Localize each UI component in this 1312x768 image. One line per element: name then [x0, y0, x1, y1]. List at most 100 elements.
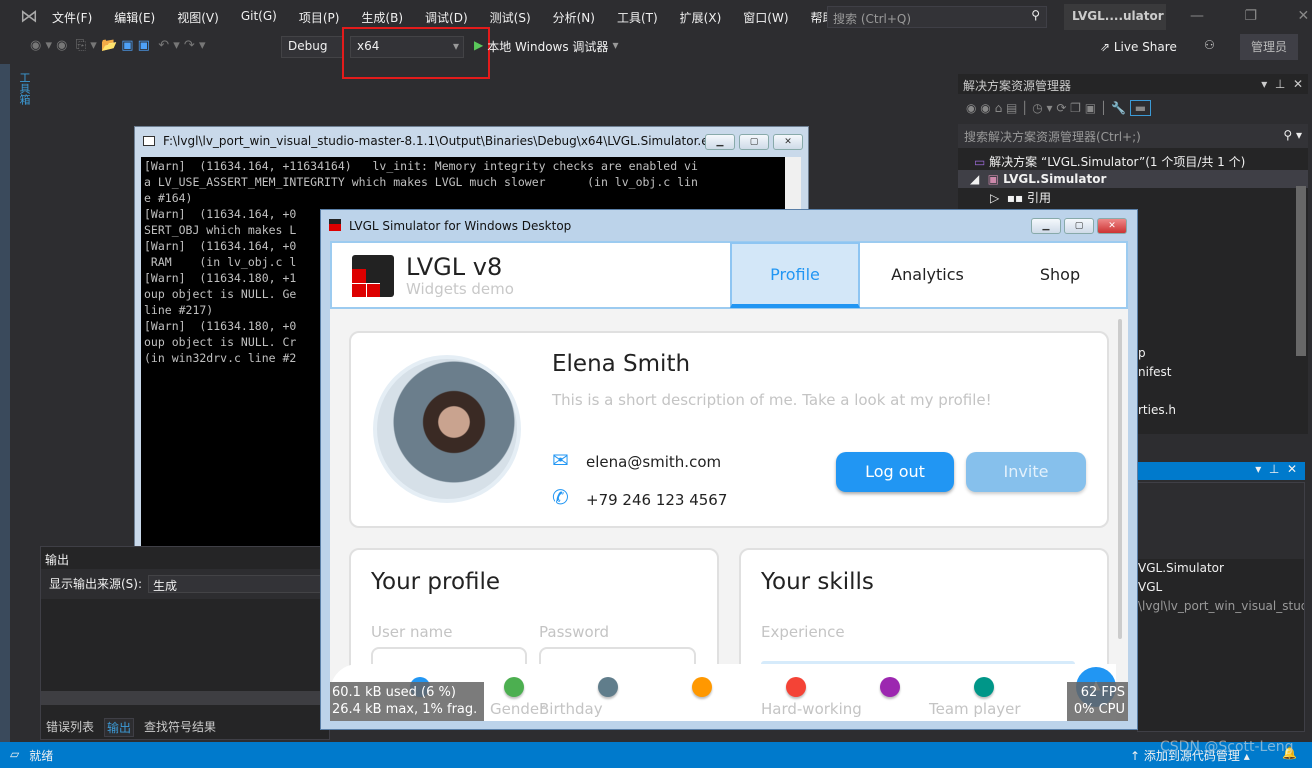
start-debug-button[interactable]: ▶ 本地 Windows 调试器 ▾ [474, 38, 618, 55]
logout-button[interactable]: Log out [836, 452, 954, 492]
color-dot[interactable] [598, 677, 618, 697]
console-line: a LV_USE_ASSERT_MEM_INTEGRITY which make… [144, 175, 698, 189]
properties-header: ▾ ⊥ ✕ [1137, 462, 1305, 480]
se-search[interactable]: 搜索解决方案资源管理器(Ctrl+;) ⚲ ▾ [958, 124, 1308, 148]
vs-logo-icon: ⋈ [20, 6, 38, 27]
prop-row: VGL.Simulator [1138, 561, 1224, 575]
team-player-label: Team player [929, 700, 1021, 718]
toolbox-tab[interactable]: 工具箱 [18, 72, 32, 105]
debugger-label: 本地 Windows 调试器 [487, 40, 609, 54]
lvgl-window-title: LVGL Simulator for Windows Desktop [349, 219, 572, 233]
menu-item[interactable]: 生成(B) [361, 9, 403, 26]
password-label: Password [539, 623, 610, 641]
menu-item[interactable]: 工具(T) [617, 9, 658, 26]
live-share-button[interactable]: ⇗ Live Share [1100, 40, 1177, 54]
menu-bar: 文件(F) 编辑(E) 视图(V) Git(G) 项目(P) 生成(B) 调试(D) 测试(S… [52, 9, 875, 26]
lvgl-window: LVGL Simulator for Windows Desktop ▁ ▢ ✕ L… [320, 209, 1138, 730]
se-references-node[interactable]: ▷ ▪▪ 引用 [958, 188, 1308, 206]
color-dot[interactable] [786, 677, 806, 697]
se-controls[interactable]: ▾ ⊥ ✕ [1261, 77, 1303, 91]
profile-name: Elena Smith [552, 351, 691, 377]
experience-label: Experience [761, 623, 845, 641]
minimize-button[interactable]: ▁ [705, 134, 735, 150]
se-title: 解决方案资源管理器 [963, 79, 1072, 93]
minimize-button[interactable]: ▁ [1031, 218, 1061, 234]
output-hscroll[interactable] [41, 691, 331, 705]
se-partial-items: p nifest rties.h [1138, 346, 1177, 417]
color-dot[interactable] [974, 677, 994, 697]
console-icon [143, 136, 155, 146]
logo-subtitle: Widgets demo [406, 280, 514, 298]
window-controls[interactable]: — ❐ ✕ [1190, 8, 1309, 24]
your-profile-title: Your profile [371, 569, 501, 595]
se-solution-node[interactable]: ▭ 解决方案 “LVGL.Simulator”(1 个项目/共 1 个) [958, 148, 1308, 170]
menu-item[interactable]: 项目(P) [299, 9, 340, 26]
profile-description: This is a short description of me. Take … [552, 391, 992, 409]
menu-item[interactable]: 文件(F) [52, 9, 92, 26]
source-label: 显示输出来源(S): [49, 577, 143, 591]
se-project-node[interactable]: ◢ ▣ LVGL.Simulator [958, 170, 1308, 188]
output-tabs: 错误列表 输出 查找符号结果 [46, 718, 216, 737]
user-name-label: User name [371, 623, 453, 641]
left-strip [0, 64, 10, 744]
avatar [373, 355, 521, 503]
search-box[interactable]: 搜索 (Ctrl+Q) ⚲ [827, 6, 1047, 28]
output-panel: 输出 显示输出来源(S): 生成 [40, 546, 331, 740]
tab-profile[interactable]: Profile [730, 242, 860, 308]
gender-label: Gender [490, 700, 546, 718]
toolbar: ◉ ▾ ◉ ⎘ ▾ 📂 ▣ ▣ ↶ ▾ ↷ ▾ [30, 38, 206, 53]
menu-item[interactable]: 窗口(W) [743, 9, 788, 26]
invite-button[interactable]: Invite [966, 452, 1086, 492]
solution-icon: ▭ [974, 155, 990, 169]
status-bar: ▱ 就绪 ↑ 添加到源代码管理 ▴ 🔔 CSDN @Scott-Leng [0, 739, 1312, 768]
menu-item[interactable]: 扩展(X) [680, 9, 722, 26]
search-icon: ⚲ ▾ [1283, 128, 1302, 142]
highlight-box [342, 27, 490, 79]
play-icon: ▶ [474, 38, 484, 52]
properties-panel: VGL.Simulator VGL \lvgl\lv_port_win_visu… [1137, 482, 1305, 732]
share-icon: ⇗ [1100, 40, 1114, 54]
se-scrollbar[interactable] [1296, 186, 1306, 356]
prop-row: VGL [1138, 580, 1163, 594]
menu-item[interactable]: 调试(D) [425, 9, 468, 26]
status-text: 就绪 [29, 749, 54, 763]
lvgl-app-icon [329, 219, 341, 231]
watermark: CSDN @Scott-Leng [1160, 739, 1294, 755]
menu-item[interactable]: 测试(S) [490, 9, 531, 26]
console-line: e #164) [144, 191, 193, 205]
email-icon: ✉ [552, 448, 569, 472]
tab-analytics[interactable]: Analytics [860, 242, 995, 308]
admin-badge: 管理员 [1240, 34, 1298, 60]
close-button[interactable]: ✕ [773, 134, 803, 150]
solution-name-badge: LVGL....ulator [1064, 4, 1166, 30]
tab-output[interactable]: 输出 [104, 718, 135, 737]
perf-monitor: 62 FPS 0% CPU [1067, 682, 1128, 721]
menu-item[interactable]: 视图(V) [177, 9, 219, 26]
feedback-icon[interactable]: ⚇ [1204, 38, 1215, 52]
color-dot[interactable] [504, 677, 524, 697]
tab-shop[interactable]: Shop [995, 242, 1125, 308]
maximize-button[interactable]: ▢ [1064, 218, 1094, 234]
hard-working-label: Hard-working [761, 700, 862, 718]
menu-item[interactable]: 编辑(E) [114, 9, 155, 26]
source-dropdown[interactable]: 生成 [148, 575, 321, 593]
tab-error-list[interactable]: 错误列表 [46, 718, 94, 737]
content-scrollbar[interactable] [1118, 319, 1122, 639]
profile-email: elena@smith.com [586, 453, 722, 471]
color-dot[interactable] [880, 677, 900, 697]
config-dropdown[interactable]: Debug [281, 36, 343, 58]
phone-icon: ✆ [552, 485, 569, 509]
live-share-label: Live Share [1113, 40, 1177, 54]
lvgl-logo [352, 255, 394, 297]
birthday-label: Birthday [539, 700, 603, 718]
tab-find-symbol[interactable]: 查找符号结果 [144, 718, 216, 737]
prop-row: \lvgl\lv_port_win_visual_studio [1138, 599, 1304, 613]
color-dot[interactable] [692, 677, 712, 697]
close-button[interactable]: ✕ [1097, 218, 1127, 234]
menu-item[interactable]: Git(G) [241, 9, 277, 26]
maximize-button[interactable]: ▢ [739, 134, 769, 150]
console-line: [Warn] (11634.164, +11634164) lv_init: M… [144, 159, 698, 173]
menu-item[interactable]: 分析(N) [553, 9, 595, 26]
memory-monitor: 60.1 kB used (6 %) 26.4 kB max, 1% frag. [330, 682, 484, 721]
your-skills-title: Your skills [761, 569, 874, 595]
